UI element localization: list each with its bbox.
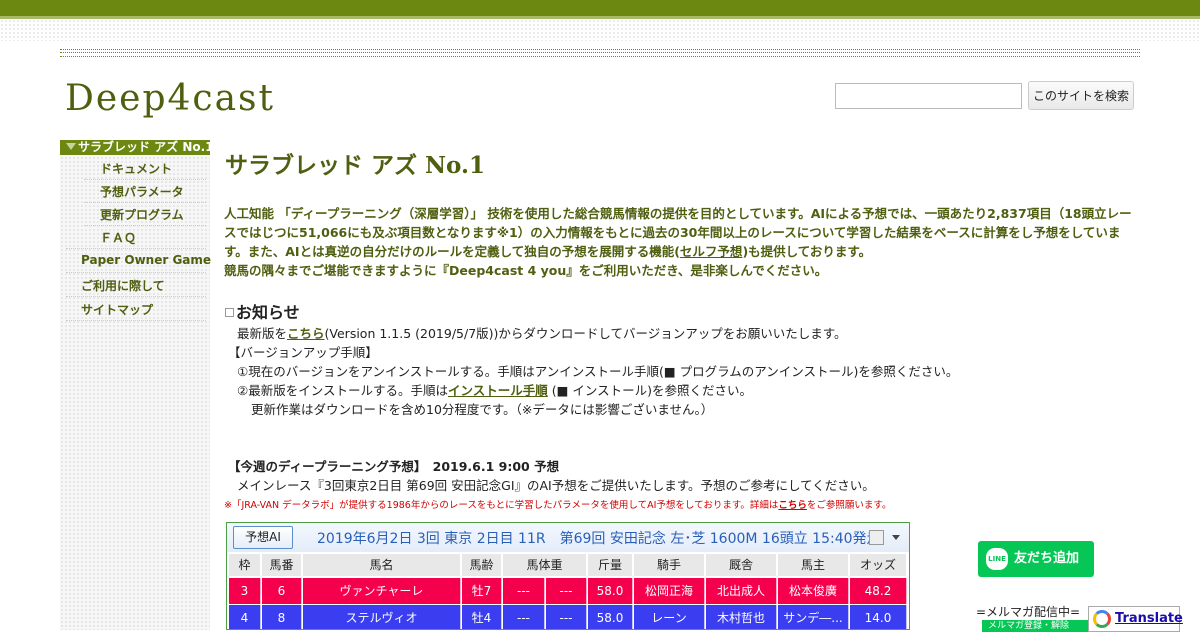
cell-odds: 48.2 — [850, 578, 907, 604]
cell-jockey: レーン — [634, 605, 705, 629]
translate-widget[interactable]: Translate — [1088, 606, 1183, 632]
race-prediction-table: 予想AI 2019年6月2日 3回 東京 2日目 11R 第69回 安田記念 左… — [226, 522, 910, 630]
cell-kinryo: 58.0 — [588, 578, 633, 604]
translate-label: Translate — [1115, 611, 1183, 626]
note-text: をご参照願います。 — [806, 500, 892, 511]
weekly-text: メインレース『3回東京2日目 第69回 安田記念GI』のAI予想をご提供いたしま… — [237, 478, 875, 493]
cell-owner: サンデ―... — [778, 605, 849, 629]
newsletter-button[interactable]: メルマガ登録・解除 — [982, 620, 1092, 632]
cell-horse-name: ステルヴィオ — [303, 605, 461, 629]
sidebar: サラブレッド アズ No.1 ドキュメント 予想パラメータ 更新プログラム ＦＡ… — [60, 140, 214, 630]
expand-triangle-icon — [66, 143, 76, 150]
column-header: 騎手 — [634, 554, 705, 576]
sidebar-divider — [66, 296, 206, 297]
cell-age: 牡4 — [462, 605, 502, 629]
cell-umaban: 8 — [262, 605, 302, 629]
note-text: ※「JRA-VAN データラボ」が提供する1986年からのレースをもとに学習した… — [224, 500, 779, 511]
google-g-icon — [1093, 610, 1111, 628]
install-guide-link[interactable]: インストール手順 — [448, 383, 548, 398]
sidebar-item-paper-owner-game[interactable]: Paper Owner Game — [81, 253, 211, 267]
column-header: 馬体重 — [503, 554, 587, 576]
column-header: 枠 — [229, 554, 261, 576]
news-text: (Version 1.1.5 (2019/5/7版))からダウンロードしてバージ… — [324, 326, 847, 341]
column-header: 馬名 — [303, 554, 461, 576]
sidebar-item-thoroughbred[interactable]: サラブレッド アズ No.1 — [60, 140, 214, 155]
dotted-band — [0, 19, 1200, 41]
sidebar-item-sitemap[interactable]: サイトマップ — [81, 301, 153, 318]
cell-weight-diff: --- — [546, 578, 587, 604]
dropdown-arrow-icon[interactable] — [892, 535, 900, 540]
cell-odds: 14.0 — [850, 605, 907, 629]
data-source-note: ※「JRA-VAN データラボ」が提供する1986年からのレースをもとに学習した… — [224, 497, 891, 511]
sidebar-divider — [66, 320, 206, 321]
news-text: (■ インストール)を参照ください。 — [547, 383, 752, 398]
cell-weight: --- — [503, 605, 545, 629]
column-header: 馬主 — [778, 554, 849, 576]
sidebar-divider — [84, 179, 206, 180]
line-button-label: 友だち追加 — [1014, 551, 1080, 566]
table-header-row: 枠 馬番 馬名 馬齢 馬体重 斤量 騎手 厩舎 馬主 オッズ — [227, 554, 909, 576]
race-info: 2019年6月2日 3回 東京 2日目 11R 第69回 安田記念 左･芝 16… — [317, 531, 881, 547]
sidebar-item-faq[interactable]: ＦＡＱ — [100, 229, 136, 246]
column-header: 厩舎 — [706, 554, 777, 576]
sidebar-item-document[interactable]: ドキュメント — [100, 160, 172, 177]
download-link[interactable]: こちら — [287, 326, 325, 341]
race-header: 予想AI 2019年6月2日 3回 東京 2日目 11R 第69回 安田記念 左… — [227, 523, 909, 552]
news-line: 更新作業はダウンロードを含め10分程度です。（※データには影響ございません。） — [251, 402, 714, 417]
intro-text: 人工知能 「ディープラーニング（深層学習）」 技術を使用した総合競馬情報の提供を… — [224, 206, 1132, 259]
note-link[interactable]: こちら — [778, 500, 807, 511]
sidebar-item-parameters[interactable]: 予想パラメータ — [100, 183, 184, 200]
site-title[interactable]: Deep4cast — [65, 78, 275, 119]
cell-weight: --- — [503, 578, 545, 604]
cell-waku: 4 — [229, 605, 261, 629]
cell-waku: 3 — [229, 578, 261, 604]
cell-age: 牡7 — [462, 578, 502, 604]
race-checkbox[interactable] — [869, 530, 884, 545]
cell-kinryo: 58.0 — [588, 605, 633, 629]
news-heading-text: お知らせ — [236, 303, 300, 322]
self-prediction-link[interactable]: セルフ予想 — [680, 244, 743, 259]
table-row[interactable]: 3 6 ヴァンチャーレ 牡7 --- --- 58.0 松岡正海 北出成人 松本… — [227, 578, 909, 604]
sidebar-item-updates[interactable]: 更新プログラム — [100, 206, 184, 223]
cell-weight-diff: --- — [546, 605, 587, 629]
sidebar-divider — [84, 225, 206, 226]
header-divider — [60, 49, 1140, 57]
line-logo-icon: LINE — [986, 548, 1008, 570]
search-button[interactable]: このサイトを検索 — [1028, 81, 1134, 110]
news-text: 最新版を — [237, 326, 288, 341]
intro-text: )も提供しております。 — [742, 244, 872, 259]
sidebar-item-terms[interactable]: ご利用に際して — [81, 277, 165, 294]
sidebar-divider — [66, 248, 206, 249]
ai-prediction-button[interactable]: 予想AI — [233, 526, 293, 549]
news-line: ①現在のバージョンをアンインストールする。手順はアンインストール手順(■ プログ… — [237, 364, 959, 379]
cell-stable: 北出成人 — [706, 578, 777, 604]
news-text: ②最新版をインストールする。手順は — [237, 383, 448, 398]
intro-text: 競馬の隅々までご堪能できますように『Deep4cast 4 you』をご利用いた… — [224, 263, 828, 278]
sidebar-item-label: サラブレッド アズ No.1 — [78, 140, 214, 154]
cell-horse-name: ヴァンチャーレ — [303, 578, 461, 604]
cell-owner: 松本俊廣 — [778, 578, 849, 604]
line-add-friend-button[interactable]: LINE 友だち追加 — [978, 541, 1094, 577]
checkbox-square-icon — [225, 308, 234, 317]
newsletter-label: =メルマガ配信中= — [976, 605, 1081, 619]
column-header: 馬齢 — [462, 554, 502, 576]
column-header: オッズ — [850, 554, 907, 576]
column-header: 馬番 — [262, 554, 302, 576]
top-bar — [0, 0, 1200, 16]
cell-stable: 木村哲也 — [706, 605, 777, 629]
news-line: ②最新版をインストールする。手順はインストール手順 (■ インストール)を参照く… — [237, 380, 752, 399]
sidebar-divider — [84, 202, 206, 203]
news-line: 【バージョンアップ手順】 — [228, 345, 378, 360]
cell-jockey: 松岡正海 — [634, 578, 705, 604]
cell-umaban: 6 — [262, 578, 302, 604]
page-title: サラブレッド アズ No.1 — [225, 152, 485, 179]
news-heading: お知らせ — [225, 299, 300, 323]
intro-paragraph: 人工知能 「ディープラーニング（深層学習）」 技術を使用した総合競馬情報の提供を… — [224, 204, 1134, 280]
sidebar-divider — [66, 272, 206, 273]
news-line: 最新版をこちら(Version 1.1.5 (2019/5/7版))からダウンロ… — [237, 323, 847, 342]
weekly-heading: 【今週のディープラーニング予想】 2019.6.1 9:00 予想 — [228, 459, 560, 474]
table-row[interactable]: 4 8 ステルヴィオ 牡4 --- --- 58.0 レーン 木村哲也 サンデ―… — [227, 605, 909, 629]
search-input[interactable] — [835, 83, 1022, 109]
column-header: 斤量 — [588, 554, 633, 576]
